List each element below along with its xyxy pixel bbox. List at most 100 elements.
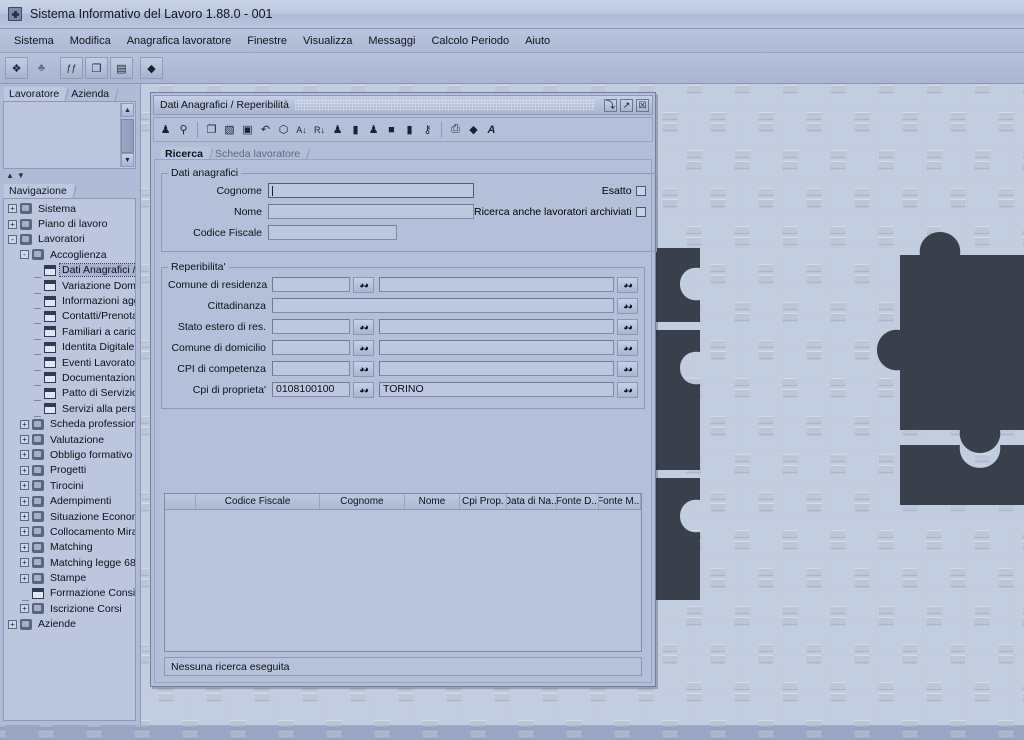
column-header-fonte-m[interactable]: Fonte M... — [599, 494, 641, 509]
tree-expander[interactable]: - — [8, 234, 17, 244]
card-icon[interactable]: ▮ — [348, 121, 363, 138]
tree-item-situazione-economica[interactable]: + Situazione Economica — [4, 509, 135, 524]
cittadinanza-desc-lookup-binoculars-icon[interactable]: ◕◕ — [617, 297, 638, 314]
worker-list-scrollbar[interactable]: ▲ ▼ — [120, 103, 134, 167]
tree-item-matching[interactable]: + Matching — [4, 540, 135, 555]
comune-di-residenza-code-input[interactable] — [272, 277, 350, 292]
copy-icon[interactable]: ❐ — [85, 57, 108, 79]
align-right-icon[interactable]: R↓ — [312, 121, 327, 138]
tree-item-eventi-lavoratore[interactable]: Eventi Lavoratore — [4, 355, 135, 371]
key-icon[interactable]: ⚷ — [420, 121, 435, 138]
tree-expander[interactable]: + — [20, 450, 29, 460]
comune-di-residenza-desc-input[interactable] — [379, 277, 614, 292]
tree-item-familiari-a-carico[interactable]: Familiari a carico — [4, 324, 135, 340]
scroll-up-arrow-icon[interactable]: ▲ — [121, 103, 134, 117]
tree-item-iscrizione-corsi[interactable]: + Iscrizione Corsi — [4, 601, 135, 616]
column-header-row-select[interactable] — [165, 494, 197, 509]
esatto-checkbox[interactable] — [635, 185, 646, 196]
menu-item-visualizza[interactable]: Visualizza — [295, 33, 360, 49]
tree-item-valutazione[interactable]: + Valutazione — [4, 432, 135, 447]
tree-expander[interactable]: + — [20, 512, 29, 521]
tree-expander[interactable]: + — [20, 558, 29, 568]
page-icon[interactable]: ▮ — [402, 121, 417, 138]
cognome-input[interactable] — [268, 183, 474, 198]
menu-item-calcolo-periodo[interactable]: Calcolo Periodo — [423, 33, 517, 49]
magnifier-icon[interactable]: ⚲ — [176, 121, 191, 138]
cittadinanza-desc-input[interactable] — [272, 298, 614, 313]
tree-item-scheda-professionale[interactable]: + Scheda professionale — [4, 416, 135, 431]
tree-item-dati-anagrafici-re[interactable]: Dati Anagrafici / Re — [4, 263, 135, 279]
tree-item-identita-digitale[interactable]: Identita Digitale — [4, 340, 135, 356]
tree-item-sistema[interactable]: + Sistema — [4, 201, 135, 216]
tree-item-formazione-consiglia[interactable]: Formazione Consiglia — [4, 586, 135, 602]
column-header-nome[interactable]: Nome — [405, 494, 460, 509]
column-header-fonte-d[interactable]: Fonte D... — [557, 494, 600, 509]
tree-expander[interactable]: + — [8, 204, 17, 214]
results-grid-body[interactable] — [165, 511, 641, 651]
form-icon[interactable]: ▤ — [110, 57, 133, 79]
eraser-icon[interactable]: ◆ — [466, 121, 481, 138]
tree-item-tirocini[interactable]: + Tirocini — [4, 478, 135, 493]
search-person-icon[interactable]: ♟ — [158, 121, 173, 138]
tree-expander[interactable]: + — [20, 435, 29, 445]
save-icon[interactable]: ▣ — [240, 121, 255, 138]
scroll-down-arrow-icon[interactable]: ▼ — [121, 153, 134, 167]
person-two-icon[interactable]: ♟ — [366, 121, 381, 138]
align-left-icon[interactable]: A↓ — [294, 121, 309, 138]
stato-estero-di-res-code-input[interactable] — [272, 319, 350, 334]
comune-di-residenza-code-lookup-binoculars-icon[interactable]: ◕◕ — [353, 276, 374, 293]
archiviati-checkbox[interactable] — [635, 206, 646, 217]
menu-item-messaggi[interactable]: Messaggi — [360, 33, 423, 49]
print-icon[interactable]: ⎙ — [448, 121, 463, 138]
cpi-di-proprieta-code-input[interactable]: 0108100100 — [272, 382, 350, 397]
column-header-codice-fiscale[interactable]: Codice Fiscale — [196, 494, 320, 509]
cpi-di-competenza-code-input[interactable] — [272, 361, 350, 376]
esatto-checkbox-row[interactable]: Esatto — [602, 185, 650, 197]
menu-item-finestre[interactable]: Finestre — [239, 33, 295, 49]
cpi-di-competenza-desc-input[interactable] — [379, 361, 614, 376]
menu-item-anagrafica-lavoratore[interactable]: Anagrafica lavoratore — [119, 33, 240, 49]
open-folder-icon[interactable]: ▧ — [222, 121, 237, 138]
tab-navigazione[interactable]: Navigazione — [4, 184, 74, 198]
frame-titlebar[interactable]: Dati Anagrafici / Reperibilità ⤵ ↗ ☒ — [153, 95, 653, 115]
tab-azienda[interactable]: Azienda — [66, 87, 116, 101]
codice-fiscale-input[interactable] — [268, 225, 397, 240]
cpi-di-proprieta-desc-lookup-binoculars-icon[interactable]: ◕◕ — [617, 381, 638, 398]
tree-item-matching-legge-68[interactable]: + Matching legge 68 — [4, 555, 135, 570]
maximize-button[interactable]: ↗ — [620, 98, 633, 112]
tree-item-collocamento-mirato[interactable]: + Collocamento Mirato — [4, 524, 135, 539]
tree-expander[interactable]: + — [20, 419, 29, 429]
tree-item-accoglienza[interactable]: - Accoglienza — [4, 247, 135, 262]
stato-estero-di-res-desc-lookup-binoculars-icon[interactable]: ◕◕ — [617, 318, 638, 335]
tree-item-patto-di-servizio[interactable]: Patto di Servizio — [4, 386, 135, 402]
tree-item-servizi-alla-persona[interactable]: Servizi alla persona — [4, 401, 135, 417]
undo-icon[interactable]: ↶ — [258, 121, 273, 138]
column-header-cpi-prop[interactable]: Cpi Prop. — [459, 494, 507, 509]
tree-expander[interactable]: + — [20, 604, 29, 614]
tree-item-stampe[interactable]: + Stampe — [4, 570, 135, 585]
tab-lavoratore[interactable]: Lavoratore — [4, 87, 67, 101]
comune-di-domicilio-desc-input[interactable] — [379, 340, 614, 355]
stato-estero-di-res-desc-input[interactable] — [379, 319, 614, 334]
tree-expander[interactable]: + — [20, 496, 29, 506]
menu-item-modifica[interactable]: Modifica — [62, 33, 119, 49]
splitter-up-arrow-icon[interactable]: ▲ — [6, 171, 14, 180]
tree-item-documentazione[interactable]: Documentazione — [4, 370, 135, 386]
tree-expander[interactable]: + — [8, 219, 17, 229]
comune-di-domicilio-code-lookup-binoculars-icon[interactable]: ◕◕ — [353, 339, 374, 356]
tree-expander[interactable]: + — [20, 573, 29, 583]
refresh-icon[interactable]: ❖ — [5, 57, 28, 79]
eraser-icon[interactable]: ◆ — [140, 57, 163, 79]
tree-expander[interactable]: + — [20, 481, 29, 491]
tree-expander[interactable]: + — [20, 527, 29, 537]
new-document-icon[interactable]: ❐ — [204, 121, 219, 138]
menu-item-sistema[interactable]: Sistema — [6, 33, 62, 49]
navigation-tree[interactable]: + Sistema + Piano di lavoro - Lavoratori - Acco… — [3, 198, 136, 721]
minimize-button[interactable]: ⤵ — [604, 98, 617, 112]
cpi-di-proprieta-code-lookup-binoculars-icon[interactable]: ◕◕ — [353, 381, 374, 398]
close-button[interactable]: ☒ — [636, 98, 649, 112]
tree-item-contatti-prenotazio[interactable]: Contatti/Prenotazio — [4, 309, 135, 325]
group-icon[interactable]: ♣ — [30, 57, 53, 79]
tree-expander[interactable]: + — [8, 619, 17, 629]
comune-di-residenza-desc-lookup-binoculars-icon[interactable]: ◕◕ — [617, 276, 638, 293]
